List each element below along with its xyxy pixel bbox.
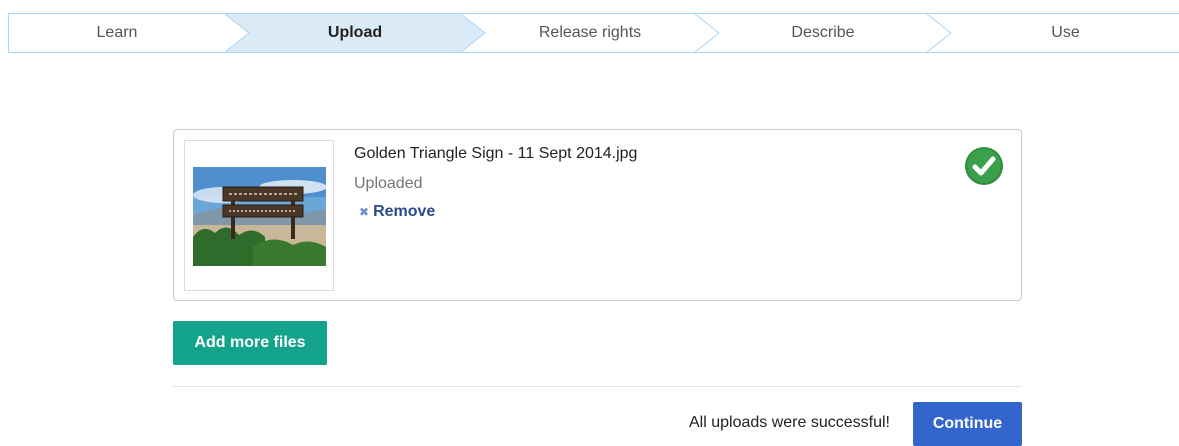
success-message: All uploads were successful! [689,414,890,431]
step-release-rights: Release rights [538,24,642,41]
file-thumbnail [184,140,334,291]
upload-wizard-steps: Learn Upload Release rights Describe Use [8,13,1179,53]
upload-file-card: Golden Triangle Sign - 11 Sept 2014.jpg … [173,129,1022,301]
step-upload: Upload [327,24,383,41]
remove-link[interactable]: ✖ Remove [359,203,435,221]
add-more-files-button[interactable]: Add more files [173,321,327,365]
upload-status: Uploaded [354,175,423,192]
remove-label: Remove [373,203,436,220]
divider [173,386,1022,387]
step-learn: Learn [96,24,138,41]
step-use: Use [1051,24,1080,41]
thumbnail-image [193,167,326,266]
continue-button[interactable]: Continue [913,402,1022,446]
step-describe: Describe [791,24,855,41]
check-circle-icon [965,147,1003,185]
close-icon: ✖ [359,205,370,219]
file-name: Golden Triangle Sign - 11 Sept 2014.jpg [354,145,638,162]
